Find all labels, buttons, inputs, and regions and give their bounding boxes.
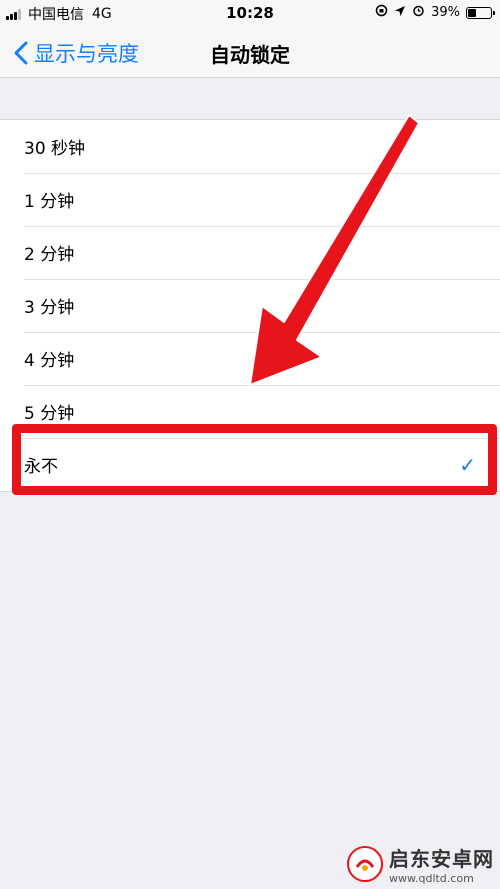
- status-right: 39%: [369, 4, 495, 21]
- battery-icon: [466, 6, 495, 19]
- nav-bar: 显示与亮度 自动锁定: [0, 26, 500, 78]
- watermark: 启东安卓网 www.qdltd.com: [347, 843, 494, 885]
- option-label: 5 分钟: [24, 404, 75, 424]
- watermark-logo-icon: [347, 846, 383, 882]
- checkmark-icon: ✓: [459, 452, 476, 477]
- option-never[interactable]: 永不 ✓: [0, 438, 500, 491]
- option-2-minutes[interactable]: 2 分钟: [0, 226, 500, 279]
- option-label: 1 分钟: [24, 192, 75, 212]
- alarm-icon: [412, 4, 425, 21]
- option-label: 永不: [24, 457, 58, 477]
- option-label: 3 分钟: [24, 298, 75, 318]
- location-icon: [394, 5, 406, 21]
- orientation-lock-icon: [375, 4, 388, 21]
- watermark-title: 启东安卓网: [389, 847, 494, 871]
- option-5-minutes[interactable]: 5 分钟: [0, 385, 500, 438]
- page-title: 自动锁定: [210, 43, 290, 67]
- battery-percent: 39%: [431, 5, 460, 20]
- option-4-minutes[interactable]: 4 分钟: [0, 332, 500, 385]
- option-label: 2 分钟: [24, 245, 75, 265]
- option-30-seconds[interactable]: 30 秒钟: [0, 120, 500, 173]
- auto-lock-options-list: 30 秒钟 1 分钟 2 分钟 3 分钟 4 分钟 5 分钟 永不 ✓: [0, 119, 500, 492]
- option-label: 4 分钟: [24, 351, 75, 371]
- watermark-text: 启东安卓网 www.qdltd.com: [389, 843, 494, 885]
- watermark-url: www.qdltd.com: [389, 872, 474, 885]
- option-label: 30 秒钟: [24, 139, 86, 159]
- option-3-minutes[interactable]: 3 分钟: [0, 279, 500, 332]
- option-1-minute[interactable]: 1 分钟: [0, 173, 500, 226]
- status-bar: 中国电信 4G 10:28 39%: [0, 0, 500, 26]
